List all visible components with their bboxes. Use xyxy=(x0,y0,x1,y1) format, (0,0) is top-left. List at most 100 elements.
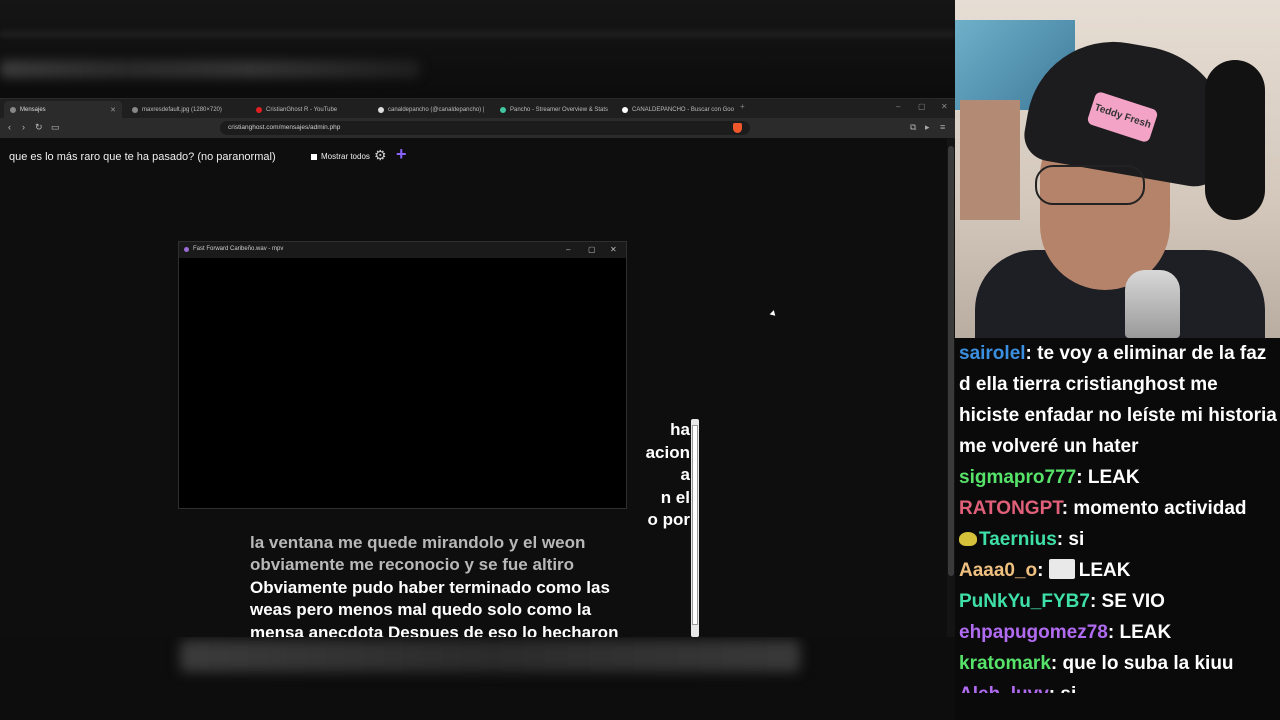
tab-label: Pancho - Streamer Overview & Stats xyxy=(510,106,609,113)
chat-text: SE VIO xyxy=(1101,591,1165,612)
chat-separator: : xyxy=(1050,653,1063,674)
chat-username[interactable]: ehpapugomez78 xyxy=(959,622,1108,643)
chat-separator: : xyxy=(1037,560,1049,581)
back-icon[interactable]: ‹ xyxy=(8,122,11,132)
mpv-window[interactable]: Fast Forward Caribeño.wav - mpv – ▢ ✕ xyxy=(178,241,627,509)
chat-emote-icon xyxy=(1048,559,1075,579)
chat-username[interactable]: RATONGPT xyxy=(959,498,1062,519)
chat-username[interactable]: Taernius xyxy=(979,529,1057,550)
chat-text: si xyxy=(1060,684,1076,693)
message-scrollbar[interactable] xyxy=(691,419,699,637)
chat-username[interactable]: kratomark xyxy=(959,653,1051,674)
message-line: mensa anecdota Despues de eso lo hecharo… xyxy=(250,622,619,638)
menu-icon[interactable]: ≡ xyxy=(940,122,945,132)
headset xyxy=(1205,60,1265,220)
background-blur-bar xyxy=(0,30,955,38)
message-line: obviamente me reconocio y se fue altiro xyxy=(250,555,575,574)
chat-username[interactable]: sairolel xyxy=(959,343,1026,364)
chat-panel: sairolel: te voy a eliminar de la faz d … xyxy=(955,338,1280,720)
question-title: que es lo más raro que te ha pasado? (no… xyxy=(9,151,276,163)
tab-tiktok[interactable]: canaldepancho (@canaldepancho) | xyxy=(372,101,490,118)
wall-figure xyxy=(960,100,1020,220)
tab-favicon-icon xyxy=(10,106,16,113)
streamer-glasses xyxy=(1035,165,1145,205)
tab-bar: Mensajes ✕ maxresdefault.jpg (1280×720) … xyxy=(0,99,955,118)
mpv-icon xyxy=(184,247,189,252)
tab-label: Mensajes xyxy=(20,106,46,113)
tab-label: maxresdefault.jpg (1280×720) xyxy=(142,106,222,113)
tab-close-icon[interactable]: ✕ xyxy=(110,106,116,114)
extensions-icon[interactable]: ⧉ xyxy=(910,122,916,133)
minimize-icon[interactable]: – xyxy=(566,245,570,254)
new-tab-icon[interactable]: + xyxy=(740,102,745,111)
url-field[interactable]: cristianghost.com/mensajes/admin.php xyxy=(220,121,750,135)
tab-mensajes[interactable]: Mensajes ✕ xyxy=(4,101,122,118)
message-line: o por xyxy=(647,510,691,529)
add-icon[interactable]: + xyxy=(396,144,407,165)
forward-icon[interactable]: › xyxy=(22,122,25,132)
chat-message: sairolel: te voy a eliminar de la faz d … xyxy=(959,338,1280,462)
background-blur-text xyxy=(0,60,420,78)
minimize-icon[interactable]: – xyxy=(896,102,900,111)
screen: Mensajes ✕ maxresdefault.jpg (1280×720) … xyxy=(0,0,1280,720)
page-scrollbar-thumb[interactable] xyxy=(948,146,954,576)
chat-text: momento actividad xyxy=(1073,498,1247,519)
message-line: weas pero menos mal quedo solo como la xyxy=(250,600,592,619)
mostrar-todos-checkbox[interactable] xyxy=(311,153,317,160)
address-bar: ‹ › ↻ ▭ cristianghost.com/mensajes/admin… xyxy=(0,118,955,138)
profile-icon[interactable]: ▸ xyxy=(925,122,930,133)
chat-separator: : xyxy=(1107,622,1120,643)
chat-message: kratomark: que lo suba la kiuu xyxy=(959,648,1280,679)
youtube-icon xyxy=(256,106,262,113)
chat-username[interactable]: Aleh_luvv xyxy=(959,684,1049,693)
brave-shield-icon[interactable] xyxy=(733,123,742,133)
webcam-overlay: Teddy Fresh xyxy=(955,0,1280,338)
chat-username[interactable]: sigmapro777 xyxy=(959,467,1076,488)
chat-text: LEAK xyxy=(1087,467,1140,488)
mpv-title: Fast Forward Caribeño.wav - mpv xyxy=(193,246,284,252)
chat-message: sigmapro777: LEAK xyxy=(959,462,1280,493)
maximize-icon[interactable]: ▢ xyxy=(588,245,596,254)
tab-streamer-stats[interactable]: Pancho - Streamer Overview & Stats xyxy=(494,101,612,118)
chat-message: RATONGPT: momento actividad xyxy=(959,493,1280,524)
chat-message: ehpapugomez78: LEAK xyxy=(959,617,1280,648)
reload-icon[interactable]: ↻ xyxy=(35,122,43,133)
chat-badge-icon xyxy=(959,532,977,546)
chat-separator: : xyxy=(1089,591,1102,612)
tab-favicon-icon xyxy=(132,106,138,113)
streams-charts-icon xyxy=(500,106,506,113)
mpv-titlebar[interactable]: Fast Forward Caribeño.wav - mpv – ▢ ✕ xyxy=(179,242,626,258)
tab-label: canaldepancho (@canaldepancho) | xyxy=(388,106,485,113)
chat-text: LEAK xyxy=(1119,622,1172,643)
message-line: Obviamente pudo haber terminado como las xyxy=(250,577,610,597)
chat-separator: : xyxy=(1056,529,1069,550)
url-text: cristianghost.com/mensajes/admin.php xyxy=(228,124,341,131)
tab-label: CANALDEPANCHO - Buscar con Goo xyxy=(632,106,734,113)
chat-message: Aaaa0_o: LEAK xyxy=(959,555,1280,586)
message-scrollbar-thumb[interactable] xyxy=(692,425,698,625)
tab-label: CristianGhost R - YouTube xyxy=(266,106,338,113)
chat-username[interactable]: PuNkYu_FYB7 xyxy=(959,591,1090,612)
chat-message: PuNkYu_FYB7: SE VIO xyxy=(959,586,1280,617)
chat-separator: : xyxy=(1049,684,1061,693)
tab-youtube[interactable]: CristianGhost R - YouTube xyxy=(250,101,368,118)
background-blur-caption xyxy=(180,640,800,672)
page-scrollbar[interactable] xyxy=(947,138,955,637)
message-line: la ventana me quede mirandolo y el weon xyxy=(250,532,586,552)
chat-message: Taernius: si xyxy=(959,524,1280,555)
chat-message: Aleh_luvv: si xyxy=(959,679,1280,693)
background-blur-top xyxy=(0,0,955,100)
close-window-icon[interactable]: ✕ xyxy=(941,102,948,111)
gear-icon[interactable]: ⚙ xyxy=(374,147,387,164)
chat-separator: : xyxy=(1076,467,1088,488)
chat-username[interactable]: Aaaa0_o xyxy=(959,560,1037,581)
maximize-icon[interactable]: ▢ xyxy=(918,102,926,111)
tiktok-icon xyxy=(378,106,384,113)
chat-separator: : xyxy=(1025,343,1038,364)
sidebar-icon[interactable]: ▭ xyxy=(51,122,60,133)
tab-google-search[interactable]: CANALDEPANCHO - Buscar con Goo xyxy=(616,101,736,118)
mostrar-todos-label: Mostrar todos xyxy=(321,152,370,161)
mostrar-todos-toggle[interactable]: Mostrar todos xyxy=(311,152,370,161)
close-icon[interactable]: ✕ xyxy=(610,245,617,254)
tab-image[interactable]: maxresdefault.jpg (1280×720) xyxy=(126,101,246,118)
